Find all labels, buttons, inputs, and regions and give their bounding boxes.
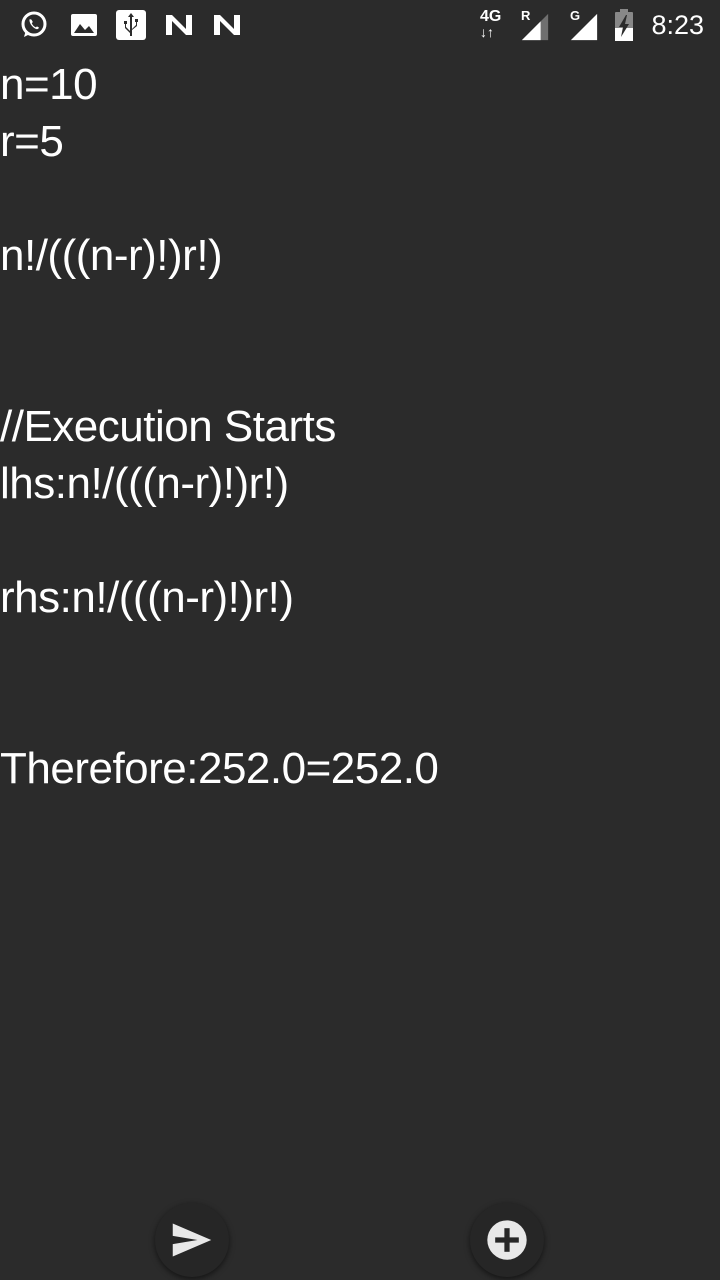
output-line: rhs:n!/(((n-r)!)r!): [0, 573, 294, 622]
signal-secondary: G: [566, 8, 602, 42]
output-line: r=5: [0, 117, 64, 166]
battery-icon: [615, 9, 633, 41]
network-type-label: 4G: [480, 8, 502, 25]
n-notification-icon: [214, 15, 240, 35]
signal-icon: [521, 13, 549, 41]
output-line: Therefore:252.0=252.0: [0, 744, 439, 793]
whatsapp-icon: [21, 11, 47, 37]
output-line: n!/(((n-r)!)r!): [0, 231, 223, 280]
signal-roaming: R: [517, 8, 553, 42]
add-icon: [487, 1220, 527, 1260]
send-icon: [172, 1223, 212, 1257]
output-line: lhs:n!/(((n-r)!)r!): [0, 459, 289, 508]
output-text-area: n=10 r=5 n!/(((n-r)!)r!) //Execution Sta…: [0, 56, 720, 797]
output-line: n=10: [0, 60, 98, 109]
usb-icon: [116, 10, 146, 40]
send-button[interactable]: [155, 1203, 229, 1277]
status-bar: 4G ↓↑ R G 8:23: [0, 0, 720, 50]
network-type-indicator: 4G ↓↑: [478, 8, 508, 42]
status-time: 8:23: [651, 10, 704, 40]
output-line: //Execution Starts: [0, 402, 336, 451]
add-button[interactable]: [470, 1203, 544, 1277]
data-arrows-icon: ↓↑: [480, 24, 494, 40]
signal-icon: [570, 13, 598, 41]
n-notification-icon: [166, 15, 192, 35]
gallery-icon: [71, 14, 97, 36]
